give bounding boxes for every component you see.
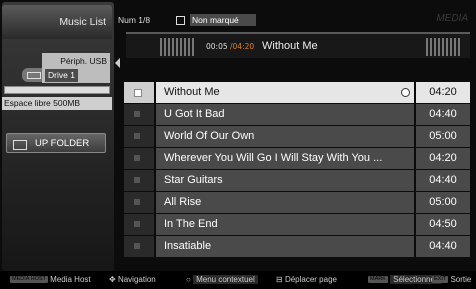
track-row[interactable]: Star Guitars 04:40: [124, 170, 470, 191]
navigation-label: Navigation: [117, 275, 156, 284]
checkbox-icon: [134, 221, 140, 227]
total-time: /04:20: [230, 42, 255, 51]
exit-hint: EXIT Sortie: [432, 271, 471, 289]
track-check[interactable]: [124, 104, 154, 125]
folder-icon: [13, 140, 27, 150]
track-check[interactable]: [124, 192, 154, 213]
exit-label: Sortie: [450, 275, 472, 284]
free-space-label: Espace libre 500MB: [2, 97, 112, 110]
equalizer-left-icon: [160, 38, 194, 56]
track-row[interactable]: Wherever You Will Go I Will Stay With Yo…: [124, 148, 470, 169]
track-title: All Rise: [156, 192, 414, 213]
page-move-label: Déplacer page: [284, 275, 337, 284]
checkbox-icon: [134, 177, 140, 183]
page-title: Music List: [59, 16, 106, 28]
up-folder-button[interactable]: UP FOLDER: [6, 133, 106, 153]
select-hint: MARK Sélectionner: [368, 271, 441, 289]
context-menu-label: Menu contextuel: [193, 275, 258, 284]
track-duration: 05:00: [416, 126, 470, 147]
media-host-key-icon: MEDIA HOST: [10, 276, 48, 284]
track-duration: 04:40: [416, 236, 470, 257]
checkbox-icon: [134, 111, 140, 117]
playing-indicator-icon: [401, 88, 410, 97]
mark-checkbox-icon[interactable]: [176, 16, 185, 25]
device-type-label: Périph. USB: [60, 56, 107, 66]
track-duration: 05:00: [416, 192, 470, 213]
device-drive-label: Drive 1: [45, 69, 78, 82]
context-menu-hint: ○ Menu contextuel: [186, 271, 258, 289]
track-row[interactable]: U Got It Bad 04:40: [124, 104, 470, 125]
track-counter: Num 1/8: [118, 15, 151, 25]
track-duration: 04:50: [416, 214, 470, 235]
media-host-label: Media Host: [50, 275, 91, 284]
track-title: Wherever You Will Go I Will Stay With Yo…: [156, 148, 414, 169]
track-check[interactable]: [124, 82, 154, 103]
ok-key-icon: ○: [186, 275, 191, 284]
checkbox-icon: [134, 155, 140, 161]
media-host-hint: MEDIA HOST Media Host: [10, 271, 91, 289]
track-row[interactable]: Insatiable 04:40: [124, 236, 470, 257]
page-move-hint: ⊟ Déplacer page: [276, 271, 337, 289]
checkbox-icon: [134, 199, 140, 205]
now-playing-title: Without Me: [262, 40, 318, 52]
track-title: World Of Our Own: [156, 126, 414, 147]
track-duration: 04:40: [416, 170, 470, 191]
track-row[interactable]: All Rise 05:00: [124, 192, 470, 213]
sidebar-title: Music List: [2, 5, 112, 39]
exit-key-icon: EXIT: [432, 276, 449, 284]
checkbox-icon: [134, 89, 142, 97]
now-playing-bar: 00:05 /04:20 Without Me: [126, 32, 470, 58]
track-row[interactable]: In The End 04:50: [124, 214, 470, 235]
page-key-icon: ⊟: [276, 275, 283, 284]
track-check[interactable]: [124, 148, 154, 169]
checkbox-icon: [134, 133, 140, 139]
sidebar: Music List Périph. USB Drive 1 Espace li…: [2, 2, 114, 272]
track-title: In The End: [156, 214, 414, 235]
track-duration: 04:20: [416, 148, 470, 169]
scroll-left-icon[interactable]: [115, 58, 120, 68]
track-check[interactable]: [124, 126, 154, 147]
track-duration: 04:40: [416, 104, 470, 125]
mark-status: Non marqué: [190, 14, 256, 26]
track-title: Star Guitars: [156, 170, 414, 191]
track-check[interactable]: [124, 236, 154, 257]
track-title: U Got It Bad: [156, 104, 414, 125]
track-row[interactable]: Without Me 04:20: [124, 82, 470, 103]
checkbox-icon: [134, 243, 140, 249]
navigation-key-icon: ✥: [109, 275, 116, 284]
music-list-screen: Music List Périph. USB Drive 1 Espace li…: [0, 0, 476, 289]
track-title: Insatiable: [156, 236, 414, 257]
help-bar: MEDIA HOST Media Host ✥ Navigation ○ Men…: [0, 271, 476, 289]
track-check[interactable]: [124, 170, 154, 191]
elapsed-time: 00:05: [206, 42, 228, 51]
up-folder-label: UP FOLDER: [35, 138, 90, 149]
free-space-fill: [5, 87, 109, 93]
device-selector[interactable]: Périph. USB Drive 1: [42, 53, 110, 83]
equalizer-right-icon: [426, 38, 460, 56]
navigation-hint: ✥ Navigation: [109, 271, 156, 289]
track-row[interactable]: World Of Our Own 05:00: [124, 126, 470, 147]
track-title: Without Me: [156, 82, 414, 103]
free-space-bar: [4, 86, 110, 94]
track-duration: 04:20: [416, 82, 470, 103]
track-list: Without Me 04:20 U Got It Bad 04:40 Worl…: [124, 82, 470, 258]
brand-logo: MEDIA: [436, 13, 468, 24]
mark-key-icon: MARK: [368, 276, 388, 284]
track-check[interactable]: [124, 214, 154, 235]
header-bar: Num 1/8 Non marqué MEDIA: [118, 10, 476, 30]
